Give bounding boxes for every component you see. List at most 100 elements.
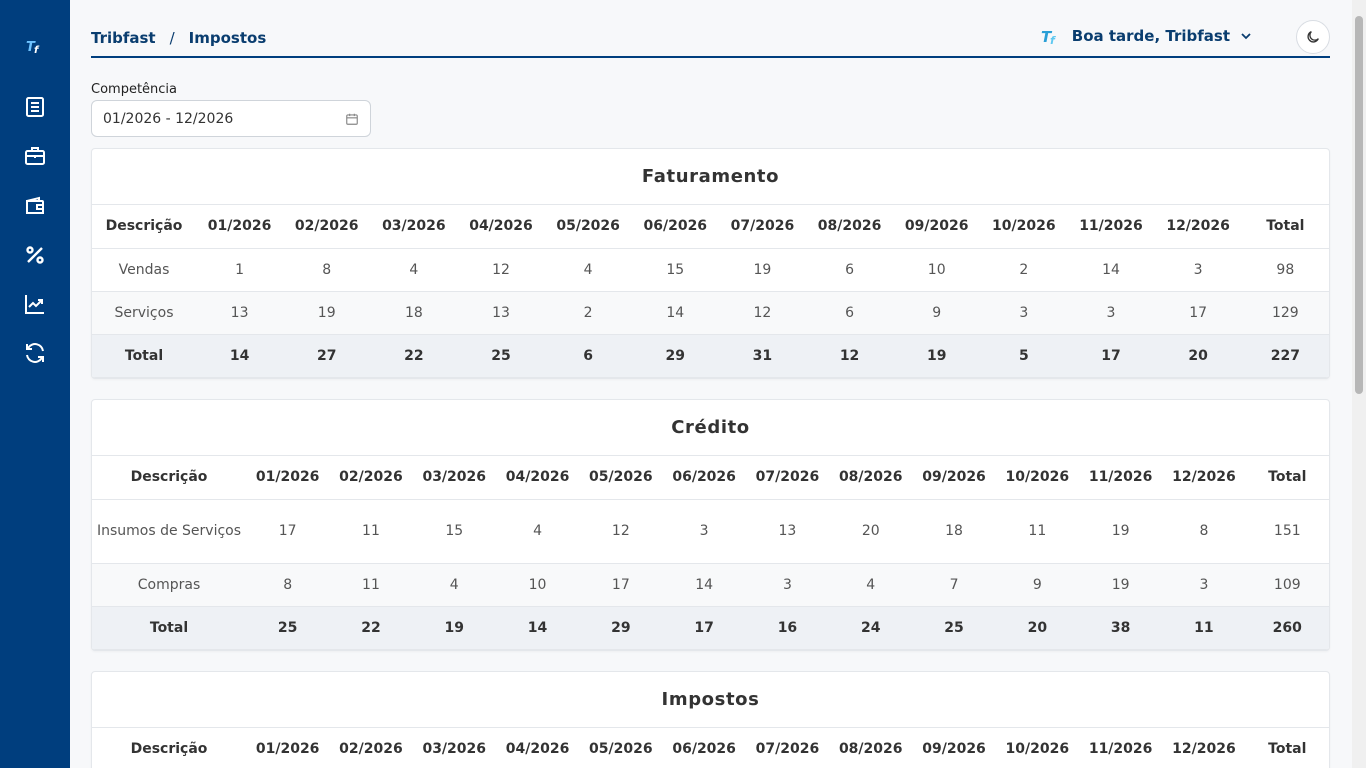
table-cell: 22 [329,606,413,650]
column-header-descricao: Descrição [92,456,246,500]
column-header-month: 01/2026 [196,205,284,249]
column-header-month: 10/2026 [995,728,1079,768]
table-cell: 2 [980,248,1068,292]
breadcrumb-item-current[interactable]: Impostos [189,29,267,47]
table-cell: 16 [745,606,830,650]
row-label: Total [92,606,246,650]
tribfast-logo[interactable]: T f [24,36,46,56]
table-cell: 7 [912,563,996,607]
table-cell: 4 [829,563,913,607]
breadcrumb: Tribfast / Impostos [91,29,266,47]
table-cell: 15 [631,248,719,292]
sidebar-item-documents[interactable] [21,93,49,121]
table-cell: 12 [457,248,545,292]
table-cell: 20 [995,606,1079,650]
table-cell: 18 [912,499,996,564]
table-cell: 3 [980,291,1068,335]
table-cell: 19 [283,291,371,335]
credito-table: Descrição 01/2026 02/2026 03/2026 04/2026 05/… [92,456,1329,650]
column-header-total: Total [1241,205,1329,249]
column-header-month: 11/2026 [1067,205,1155,249]
table-cell: 38 [1078,606,1163,650]
table-row: Vendas 1 8 4 12 4 15 19 6 10 2 14 3 98 [92,248,1329,292]
table-cell: 4 [544,248,632,292]
briefcase-icon [25,147,45,165]
tribfast-logo: T f [1041,28,1056,46]
table-cell: 11 [1162,606,1246,650]
column-header-month: 01/2026 [246,456,330,500]
column-header-month: 12/2026 [1162,728,1246,768]
impostos-card: Impostos Descrição 01/2026 02/2026 03/2026 0… [91,671,1330,768]
table-cell: 19 [412,606,496,650]
impostos-title: Impostos [92,672,1329,728]
table-cell: 24 [829,606,913,650]
refresh-icon [26,343,44,363]
vertical-scrollbar[interactable] [1352,0,1366,768]
sidebar-item-business[interactable] [21,142,49,170]
user-greeting: Boa tarde, Tribfast [1071,27,1230,45]
table-cell: 19 [718,248,806,292]
sidebar-item-sync[interactable] [21,339,49,367]
table-cell: 14 [1067,248,1155,292]
table-cell: 11 [329,499,413,564]
column-header-total: Total [1245,456,1329,500]
table-cell: 20 [829,499,913,564]
sidebar-item-reports[interactable] [21,290,49,318]
column-header-month: 06/2026 [662,456,746,500]
table-cell: 4 [370,248,458,292]
column-header-month: 04/2026 [495,728,580,768]
column-header-month: 06/2026 [631,205,719,249]
faturamento-table: Descrição 01/2026 02/2026 03/2026 04/2026 05/… [92,205,1329,378]
table-cell: 13 [457,291,545,335]
column-header-month: 03/2026 [412,728,496,768]
table-cell: 6 [805,291,894,335]
competencia-label: Competência [91,82,178,97]
competencia-date-range-input[interactable]: 01/2026 - 12/2026 [91,100,371,137]
table-row: Compras 8 11 4 10 17 14 3 4 7 9 19 3 109 [92,563,1329,607]
column-header-descricao: Descrição [92,205,196,249]
breadcrumb-item-home[interactable]: Tribfast [91,29,156,47]
table-cell: 19 [893,334,981,378]
table-cell: 10 [495,563,580,607]
row-total-cell: 151 [1245,499,1329,564]
row-total-cell: 129 [1241,291,1329,335]
column-header-month: 09/2026 [912,728,996,768]
table-cell: 1 [196,248,284,292]
theme-toggle-button[interactable] [1296,20,1330,54]
table-cell: 5 [980,334,1068,378]
table-cell: 20 [1154,334,1242,378]
table-cell: 18 [370,291,458,335]
column-header-month: 09/2026 [912,456,996,500]
table-cell: 25 [246,606,330,650]
calendar-icon[interactable] [345,112,359,126]
table-header-row: Descrição 01/2026 02/2026 03/2026 04/2026 05/… [92,205,1329,249]
table-cell: 15 [412,499,496,564]
faturamento-title: Faturamento [92,149,1329,205]
table-cell: 27 [283,334,371,378]
column-header-total: Total [1245,728,1329,768]
table-cell: 14 [196,334,284,378]
competencia-value: 01/2026 - 12/2026 [103,110,234,127]
scrollbar-thumb[interactable] [1355,16,1363,394]
table-cell: 12 [718,291,806,335]
table-cell: 31 [718,334,806,378]
row-label: Serviços [92,291,196,335]
faturamento-card: Faturamento Descrição 01/2026 02/2026 03/20… [91,148,1330,379]
table-cell: 14 [495,606,580,650]
sidebar-item-wallet[interactable] [21,192,49,220]
column-header-month: 02/2026 [329,456,413,500]
percent-icon [26,246,44,264]
table-cell: 3 [1067,291,1155,335]
column-header-month: 09/2026 [893,205,981,249]
column-header-month: 12/2026 [1154,205,1242,249]
table-cell: 3 [1162,563,1246,607]
user-menu[interactable]: T f Boa tarde, Tribfast [1040,26,1252,46]
table-cell: 3 [662,499,746,564]
column-header-month: 08/2026 [829,728,913,768]
table-cell: 17 [662,606,746,650]
table-cell: 11 [995,499,1079,564]
table-row: Insumos de Serviços 17 11 15 4 12 3 13 20 18 11 19 8… [92,499,1329,564]
table-cell: 19 [1078,563,1163,607]
table-cell: 9 [893,291,981,335]
sidebar-item-taxes[interactable] [21,241,49,269]
